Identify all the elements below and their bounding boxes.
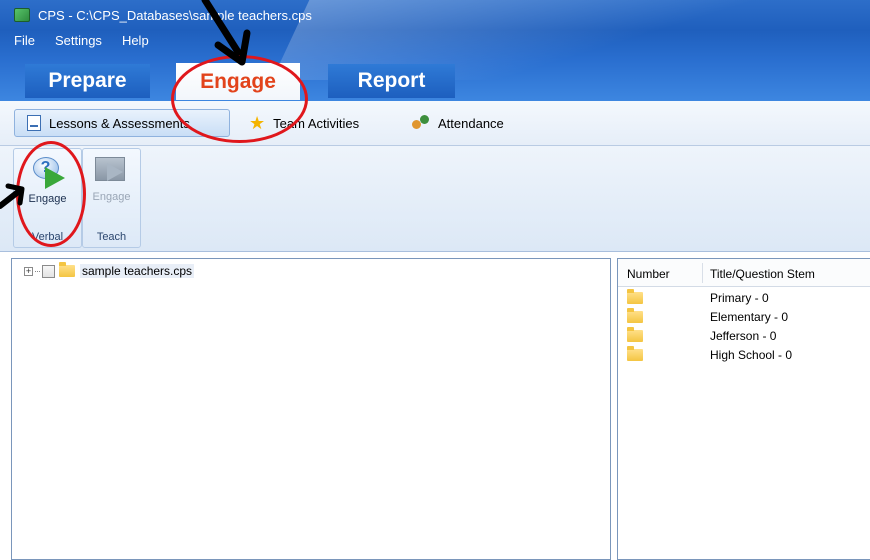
annotation-arrow-left <box>0 183 25 209</box>
tree-root-row[interactable]: + sample teachers.cps <box>24 262 195 279</box>
expand-icon[interactable]: + <box>24 266 33 276</box>
list-item[interactable]: Elementary - 0 <box>618 308 870 326</box>
list-item-title: High School - 0 <box>710 348 793 362</box>
menu-file[interactable]: File <box>14 33 35 51</box>
subtab-attendance[interactable]: Attendance <box>412 109 504 137</box>
list-item-title: Elementary - 0 <box>710 310 789 324</box>
list-header: Number Title/Question Stem <box>618 259 870 287</box>
list-item-title: Primary - 0 <box>710 291 769 305</box>
folder-icon <box>627 308 643 323</box>
engage-teach-button[interactable]: Engage <box>83 155 140 217</box>
list-item-title: Jefferson - 0 <box>710 329 777 343</box>
column-header-title[interactable]: Title/Question Stem <box>710 267 815 281</box>
database-tree-pane[interactable]: + sample teachers.cps <box>11 258 611 560</box>
column-header-number[interactable]: Number <box>627 267 670 281</box>
list-item[interactable]: Primary - 0 <box>618 289 870 307</box>
folder-icon <box>59 262 75 277</box>
engage-teach-icon <box>94 157 129 187</box>
menu-help[interactable]: Help <box>122 33 149 51</box>
window-chrome: CPS - C:\CPS_Databases\sample teachers.c… <box>0 0 870 101</box>
menu-bar: File Settings Help <box>0 33 155 51</box>
menu-settings[interactable]: Settings <box>55 33 102 51</box>
folder-icon <box>627 327 643 342</box>
engage-teach-label: Engage <box>92 191 131 203</box>
question-list-pane[interactable]: Number Title/Question Stem Primary - 0 E… <box>617 258 870 560</box>
sub-tab-strip: Lessons & Assessments ★ Team Activities … <box>0 101 870 146</box>
ribbon: ? Engage Verbal Engage Teach <box>0 146 870 252</box>
tab-report[interactable]: Report <box>328 64 455 98</box>
tree-connector <box>35 270 40 272</box>
people-icon <box>412 115 430 131</box>
subtab-label: Attendance <box>438 115 504 131</box>
title-bar: CPS - C:\CPS_Databases\sample teachers.c… <box>0 0 870 30</box>
tree-root-checkbox[interactable] <box>42 264 55 278</box>
tab-prepare[interactable]: Prepare <box>25 64 150 98</box>
folder-icon <box>627 346 643 361</box>
app-icon <box>14 8 30 22</box>
tree-root-label[interactable]: sample teachers.cps <box>80 264 195 278</box>
subtab-label: Lessons & Assessments <box>49 115 190 131</box>
list-item[interactable]: Jefferson - 0 <box>618 327 870 345</box>
annotation-arrow-top <box>201 0 251 66</box>
window-title: CPS - C:\CPS_Databases\sample teachers.c… <box>38 7 312 23</box>
folder-icon <box>627 289 643 304</box>
list-item[interactable]: High School - 0 <box>618 346 870 364</box>
ribbon-group-teach: Engage Teach <box>82 148 141 248</box>
group-label-teach: Teach <box>96 231 127 243</box>
document-icon <box>27 115 41 131</box>
column-separator[interactable] <box>702 263 703 283</box>
